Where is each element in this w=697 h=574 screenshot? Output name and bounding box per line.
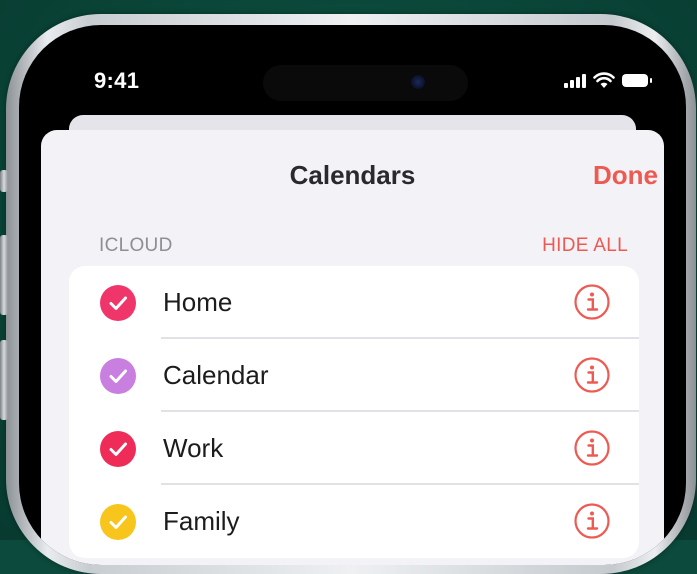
checkmark-icon[interactable] <box>100 504 136 540</box>
section-header-icloud: ICLOUD <box>99 235 173 256</box>
silent-switch <box>0 170 8 192</box>
calendar-name: Family <box>163 506 240 536</box>
checkmark-icon[interactable] <box>100 431 136 467</box>
info-icon[interactable] <box>573 283 611 321</box>
dynamic-island <box>263 65 468 101</box>
sheet-title: Calendars <box>289 160 416 190</box>
calendar-name: Work <box>163 433 224 463</box>
calendar-row-calendar[interactable]: Calendar <box>69 339 639 412</box>
hide-all-button[interactable]: HIDE ALL <box>542 235 628 257</box>
battery-icon <box>622 73 652 87</box>
info-icon[interactable] <box>573 502 611 540</box>
done-button[interactable]: Done <box>593 160 658 191</box>
cellular-signal-icon <box>564 72 586 88</box>
info-icon[interactable] <box>573 356 611 394</box>
status-icons <box>564 68 652 92</box>
info-icon[interactable] <box>573 429 611 467</box>
calendar-name: Calendar <box>163 360 269 390</box>
calendar-row-work[interactable]: Work <box>69 412 639 485</box>
calendar-row-family[interactable]: Family <box>69 485 639 558</box>
checkmark-icon[interactable] <box>100 358 136 394</box>
calendar-row-home[interactable]: Home <box>69 266 639 339</box>
calendars-sheet: Calendars Done ICLOUD HIDE ALL Home Calen… <box>41 130 664 565</box>
phone-screen: 9:41 Calendars Done ICLOUD HIDE ALL Home… <box>19 25 686 565</box>
front-camera <box>411 75 425 89</box>
checkmark-icon[interactable] <box>100 285 136 321</box>
wifi-icon <box>593 72 615 88</box>
volume-up-button <box>0 235 8 315</box>
calendar-name: Home <box>163 287 233 317</box>
status-time: 9:41 <box>94 68 140 93</box>
calendar-list: Home Calendar Work Family <box>69 266 639 558</box>
volume-down-button <box>0 340 8 420</box>
